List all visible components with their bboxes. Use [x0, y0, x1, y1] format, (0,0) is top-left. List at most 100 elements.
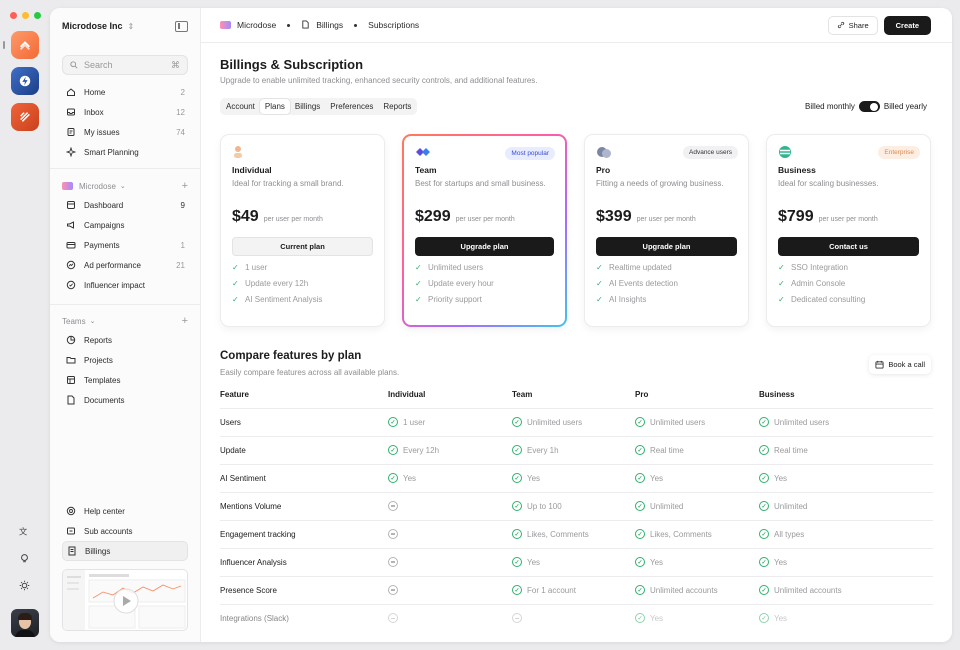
feature-cell: ✓ Up to 100	[512, 491, 635, 520]
video-preview-thumbnail[interactable]	[62, 569, 188, 631]
plan-feature-label: 1 user	[245, 263, 268, 272]
sidebar-item-label: Projects	[84, 355, 113, 365]
plan-feature-label: Admin Console	[791, 279, 846, 288]
sidebar-item-influencer-impact[interactable]: Influencer impact	[62, 275, 188, 295]
sidebar-toggle-icon[interactable]	[175, 20, 188, 32]
check-circle-icon: ✓	[759, 557, 769, 567]
feature-cell: ✓ Yes	[512, 547, 635, 576]
plan-name: Team	[415, 165, 437, 175]
add-icon[interactable]: +	[182, 180, 188, 192]
sun-icon[interactable]	[17, 578, 31, 592]
column-header: Feature	[220, 390, 249, 400]
sidebar-item-documents[interactable]: Documents	[62, 390, 188, 410]
tab-reports[interactable]: Reports	[378, 99, 416, 114]
billing-icon	[66, 546, 77, 557]
sidebar-item-dashboard[interactable]: Dashboard 9	[62, 195, 188, 215]
feature-value: Unlimited accounts	[650, 585, 718, 595]
billing-switch[interactable]	[858, 101, 880, 112]
minus-circle-icon	[388, 529, 398, 539]
lightbulb-icon[interactable]	[17, 551, 31, 565]
plan-card-individual: Individual Ideal for tracking a small br…	[220, 134, 385, 327]
check-circle-icon: ✓	[759, 501, 769, 511]
share-button[interactable]: Share	[827, 15, 878, 35]
translate-icon[interactable]: 文	[17, 524, 31, 538]
table-row: Presence Score ✓ For 1 account ✓ Unlimited a…	[220, 575, 933, 604]
feature-value: All types	[774, 529, 805, 539]
sidebar-item-my-issues[interactable]: My issues 74	[62, 122, 188, 142]
sidebar-item-ad-performance[interactable]: Ad performance 21	[62, 255, 188, 275]
sidebar-item-smart-planning[interactable]: Smart Planning	[62, 142, 188, 162]
feature-value: Yes	[403, 473, 417, 483]
sidebar-item-reports[interactable]: Reports	[62, 330, 188, 350]
column-header: Pro	[635, 390, 649, 400]
search-icon	[70, 61, 78, 69]
column-header: Team	[512, 390, 533, 400]
tab-preferences[interactable]: Preferences	[325, 99, 378, 114]
sidebar-item-templates[interactable]: Templates	[62, 370, 188, 390]
close-window-button[interactable]	[10, 12, 17, 19]
individual-plan-icon	[234, 146, 242, 158]
page-title: Billings & Subscription	[220, 57, 364, 72]
tab-bar: Account Plans Billings Preferences Repor…	[220, 98, 418, 115]
chart-icon	[65, 260, 76, 271]
feature-value: For 1 account	[527, 585, 576, 595]
check-circle-icon: ✓	[512, 557, 522, 567]
book-a-call-button[interactable]: Book a call	[869, 355, 931, 374]
check-circle-icon: ✓	[635, 417, 645, 427]
search-input[interactable]: Search ⌘	[62, 55, 188, 75]
sidebar-item-billings[interactable]: Billings	[62, 541, 188, 561]
sidebar-item-inbox[interactable]: Inbox 12	[62, 102, 188, 122]
sidebar-item-sub-accounts[interactable]: Sub accounts	[62, 521, 188, 541]
plan-name: Business	[778, 165, 816, 175]
feature-value: Yes	[527, 557, 541, 567]
feature-cell	[388, 547, 512, 576]
plan-price-unit: per user per month	[636, 216, 696, 223]
billed-monthly-label[interactable]: Billed monthly	[805, 102, 855, 111]
app-bolt[interactable]	[11, 67, 39, 95]
contact-us-button[interactable]: Contact us	[778, 237, 919, 256]
sidebar-item-projects[interactable]: Projects	[62, 350, 188, 370]
breadcrumb-separator	[354, 23, 358, 27]
plan-feature: ✓ Realtime updated	[596, 263, 737, 272]
dashboard-icon	[65, 200, 76, 211]
breadcrumb-item[interactable]: Billings	[316, 20, 343, 30]
table-row: AI Sentiment ✓ Yes ✓ Yes ✓ Yes ✓ Yes	[220, 463, 933, 492]
main-nav: Home 2 Inbox 12 My issues 74 Smart Plann…	[62, 82, 188, 162]
zoom-window-button[interactable]	[34, 12, 41, 19]
tab-billings[interactable]: Billings	[290, 99, 325, 114]
app-stack[interactable]	[11, 31, 39, 59]
current-plan-button[interactable]: Current plan	[232, 237, 373, 256]
feature-value: Yes	[650, 557, 664, 567]
breadcrumb: Microdose Billings Subscriptions	[220, 19, 419, 31]
feature-cell: ✓ Yes	[635, 547, 759, 576]
plan-price-unit: per user per month	[263, 216, 323, 223]
minimize-window-button[interactable]	[22, 12, 29, 19]
add-icon[interactable]: +	[182, 315, 188, 327]
sidebar-item-payments[interactable]: Payments 1	[62, 235, 188, 255]
check-icon: ✓	[415, 263, 422, 272]
column-header: Business	[759, 390, 795, 400]
upgrade-plan-button[interactable]: Upgrade plan	[596, 237, 737, 256]
user-avatar[interactable]	[11, 609, 39, 637]
minus-circle-icon	[388, 557, 398, 567]
plan-card-business: Enterprise Business Ideal for scaling bu…	[766, 134, 931, 327]
breadcrumb-item[interactable]: Microdose	[237, 20, 276, 30]
microdose-logo-icon	[62, 182, 73, 190]
tab-account[interactable]: Account	[221, 99, 260, 114]
workspace-switcher[interactable]: Microdose Inc ⇕	[62, 19, 188, 33]
sidebar-item-campaigns[interactable]: Campaigns	[62, 215, 188, 235]
app-stripes[interactable]	[11, 103, 39, 131]
teams-section-header[interactable]: Teams ⌄ +	[62, 312, 188, 330]
feature-cell: ✓ Yes	[635, 603, 759, 632]
sidebar-item-home[interactable]: Home 2	[62, 82, 188, 102]
table-row: Integrations (Slack) ✓ Yes ✓ Yes	[220, 603, 933, 632]
upgrade-plan-button[interactable]: Upgrade plan	[415, 237, 554, 256]
tab-plans[interactable]: Plans	[259, 99, 290, 114]
billed-yearly-label[interactable]: Billed yearly	[884, 102, 927, 111]
feature-value: Yes	[774, 613, 788, 623]
sidebar-item-help-center[interactable]: Help center	[62, 501, 188, 521]
create-button[interactable]: Create	[883, 15, 931, 35]
workspace-section-header[interactable]: Microdose ⌄ +	[62, 177, 188, 195]
check-icon: ✓	[415, 279, 422, 288]
plan-price-unit: per user per month	[818, 216, 878, 223]
